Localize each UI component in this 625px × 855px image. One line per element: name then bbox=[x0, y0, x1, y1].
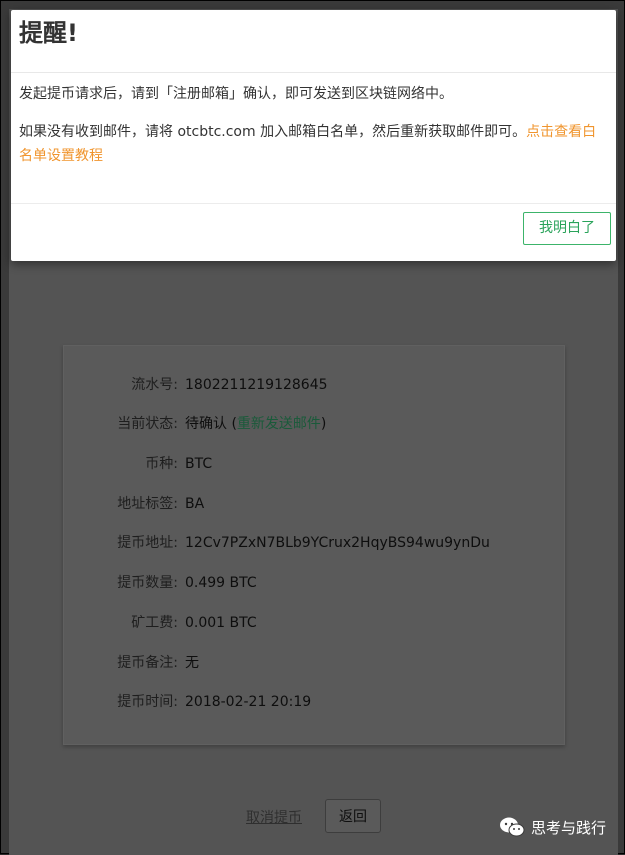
withdrawal-details-card: 流水号: 1802211219128645 当前状态: 待确认 (重新发送邮件)… bbox=[63, 345, 565, 745]
detail-value: BTC bbox=[185, 456, 213, 472]
detail-value: 0.499 BTC bbox=[185, 575, 257, 591]
got-it-button[interactable]: 我明白了 bbox=[523, 212, 611, 245]
status-suffix: ) bbox=[320, 416, 327, 432]
detail-value: 2018-02-21 20:19 bbox=[185, 694, 312, 710]
detail-row-status: 当前状态: 待确认 (重新发送邮件) bbox=[64, 412, 566, 436]
window-frame: 流水号: 1802211219128645 当前状态: 待确认 (重新发送邮件)… bbox=[0, 0, 625, 855]
back-button[interactable]: 返回 bbox=[325, 799, 381, 833]
detail-label: 提币备注: bbox=[117, 655, 178, 671]
modal-title: 提醒! bbox=[19, 19, 78, 47]
detail-label: 地址标签: bbox=[117, 496, 178, 512]
cancel-withdrawal-link[interactable]: 取消提币 bbox=[246, 807, 302, 827]
detail-value: BA bbox=[185, 496, 205, 512]
watermark-text: 思考与践行 bbox=[531, 818, 607, 837]
modal-footer-divider bbox=[11, 203, 616, 204]
detail-value: 无 bbox=[185, 655, 199, 671]
detail-row-remark: 提币备注: 无 bbox=[64, 651, 566, 675]
detail-row-amount: 提币数量: 0.499 BTC bbox=[64, 571, 566, 595]
detail-row-serial: 流水号: 1802211219128645 bbox=[64, 373, 566, 397]
detail-value: 0.001 BTC bbox=[185, 615, 257, 631]
detail-value: 12Cv7PZxN7BLb9YCrux2HqyBS94wu9ynDu bbox=[185, 535, 490, 551]
detail-label: 币种: bbox=[145, 456, 178, 472]
detail-value: 待确认 (重新发送邮件) bbox=[185, 412, 326, 436]
watermark: 思考与践行 bbox=[499, 815, 606, 839]
modal-divider bbox=[11, 72, 616, 73]
modal-line-2-text: 如果没有收到邮件，请将 otcbtc.com 加入邮箱白名单，然后重新获取邮件即… bbox=[19, 124, 527, 140]
modal-line-1: 发起提币请求后，请到「注册邮箱」确认，即可发送到区块链网络中。 bbox=[19, 86, 453, 102]
detail-label: 流水号: bbox=[131, 377, 178, 393]
detail-label: 当前状态: bbox=[117, 416, 178, 432]
modal-body: 发起提币请求后，请到「注册邮箱」确认，即可发送到区块链网络中。 如果没有收到邮件… bbox=[19, 82, 609, 168]
detail-row-address-tag: 地址标签: BA bbox=[64, 492, 566, 516]
detail-value: 1802211219128645 bbox=[185, 377, 328, 393]
resend-email-link[interactable]: 重新发送邮件 bbox=[237, 416, 321, 432]
detail-label: 矿工费: bbox=[131, 615, 178, 631]
detail-label: 提币时间: bbox=[117, 694, 178, 710]
wechat-icon bbox=[500, 817, 525, 837]
detail-label: 提币地址: bbox=[117, 535, 178, 551]
reminder-modal: 提醒! 发起提币请求后，请到「注册邮箱」确认，即可发送到区块链网络中。 如果没有… bbox=[11, 10, 616, 261]
detail-row-address: 提币地址: 12Cv7PZxN7BLb9YCrux2HqyBS94wu9ynDu bbox=[64, 531, 566, 555]
detail-label: 提币数量: bbox=[117, 575, 178, 591]
detail-row-time: 提币时间: 2018-02-21 20:19 bbox=[64, 690, 566, 714]
detail-row-miner-fee: 矿工费: 0.001 BTC bbox=[64, 611, 566, 635]
status-text: 待确认 ( bbox=[185, 416, 237, 432]
detail-row-currency: 币种: BTC bbox=[64, 452, 566, 476]
modal-line-2: 如果没有收到邮件，请将 otcbtc.com 加入邮箱白名单，然后重新获取邮件即… bbox=[19, 120, 609, 168]
